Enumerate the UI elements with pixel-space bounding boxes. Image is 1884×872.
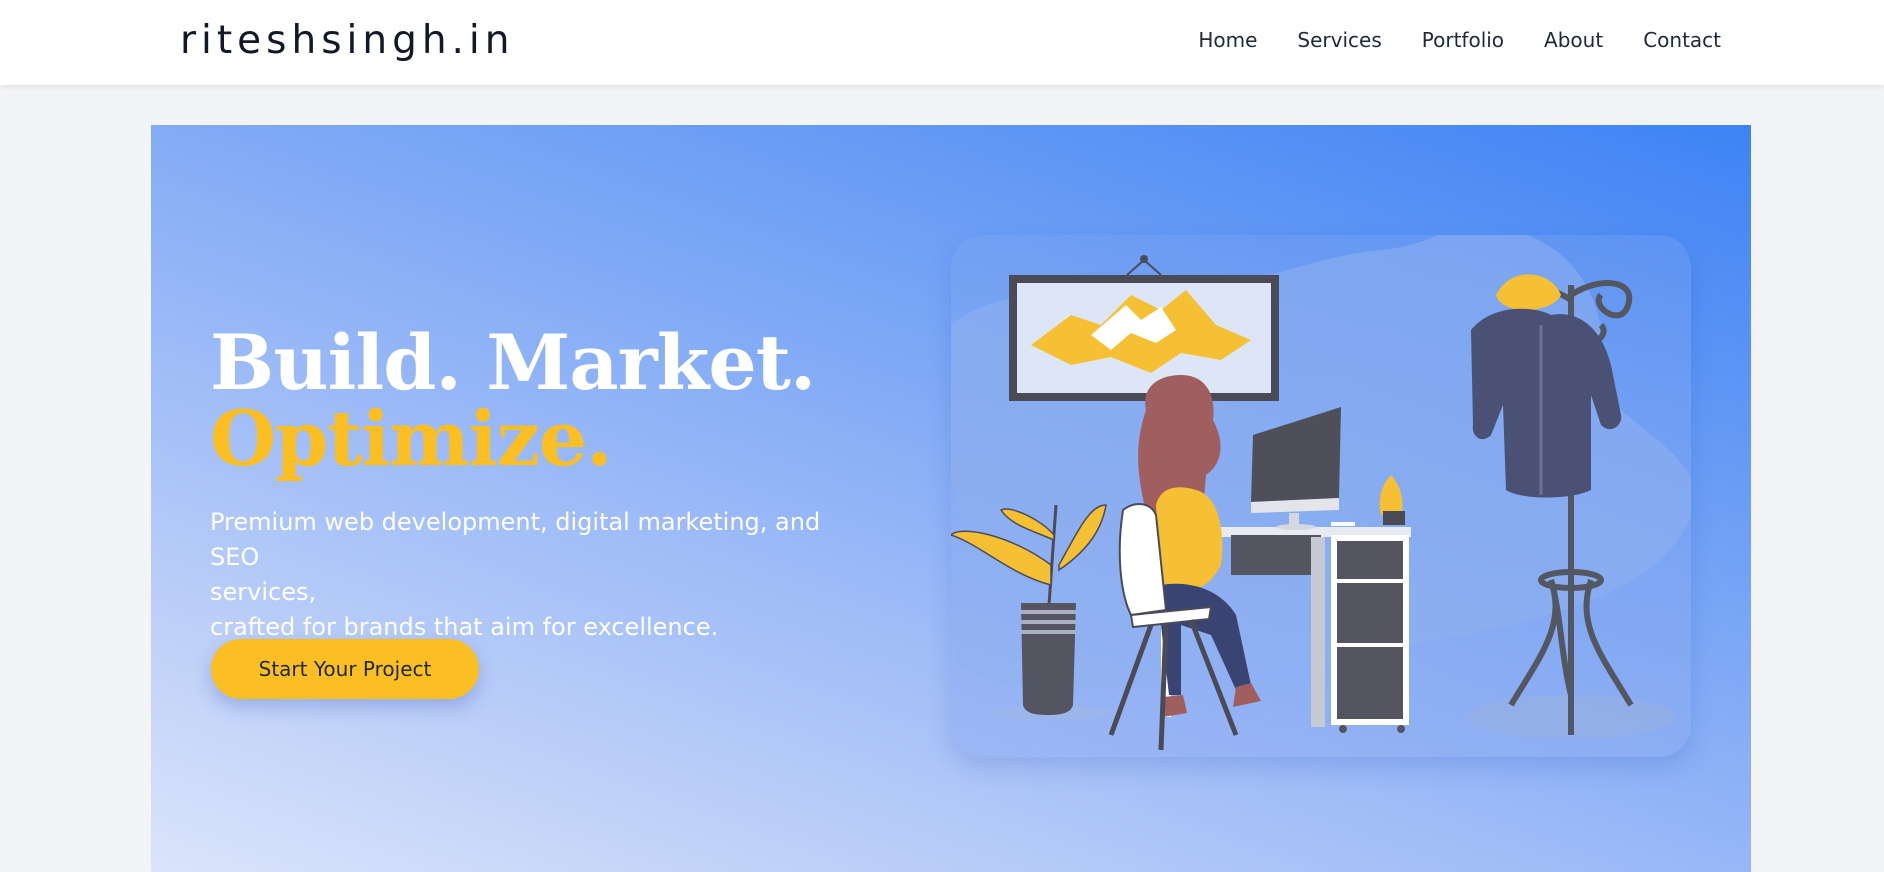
hero-illustration-card <box>951 235 1691 757</box>
hero-subtitle: Premium web development, digital marketi… <box>210 505 870 645</box>
woman-at-desk-illustration <box>951 235 1691 751</box>
subtitle-line: Premium web development, digital marketi… <box>210 508 821 571</box>
hero-section: Build. Market. Optimize. Premium web dev… <box>151 125 1751 872</box>
site-logo[interactable]: riteshsingh.in <box>180 18 515 63</box>
nav-link-services[interactable]: Services <box>1297 28 1381 52</box>
nav-link-portfolio[interactable]: Portfolio <box>1422 28 1504 52</box>
main-nav: Home Services Portfolio About Contact <box>1198 28 1721 52</box>
site-header: riteshsingh.in Home Services Portfolio A… <box>0 0 1884 85</box>
headline-line-optimize: Optimize. <box>210 394 613 483</box>
nav-link-about[interactable]: About <box>1544 28 1603 52</box>
subtitle-line: services, <box>210 578 317 606</box>
mountain-painting <box>1009 255 1279 401</box>
hero-headline: Build. Market. Optimize. <box>210 318 816 483</box>
headline-line-build-market: Build. Market. <box>210 318 816 407</box>
nav-link-contact[interactable]: Contact <box>1643 28 1721 52</box>
start-project-button[interactable]: Start Your Project <box>211 639 479 699</box>
nav-link-home[interactable]: Home <box>1198 28 1257 52</box>
